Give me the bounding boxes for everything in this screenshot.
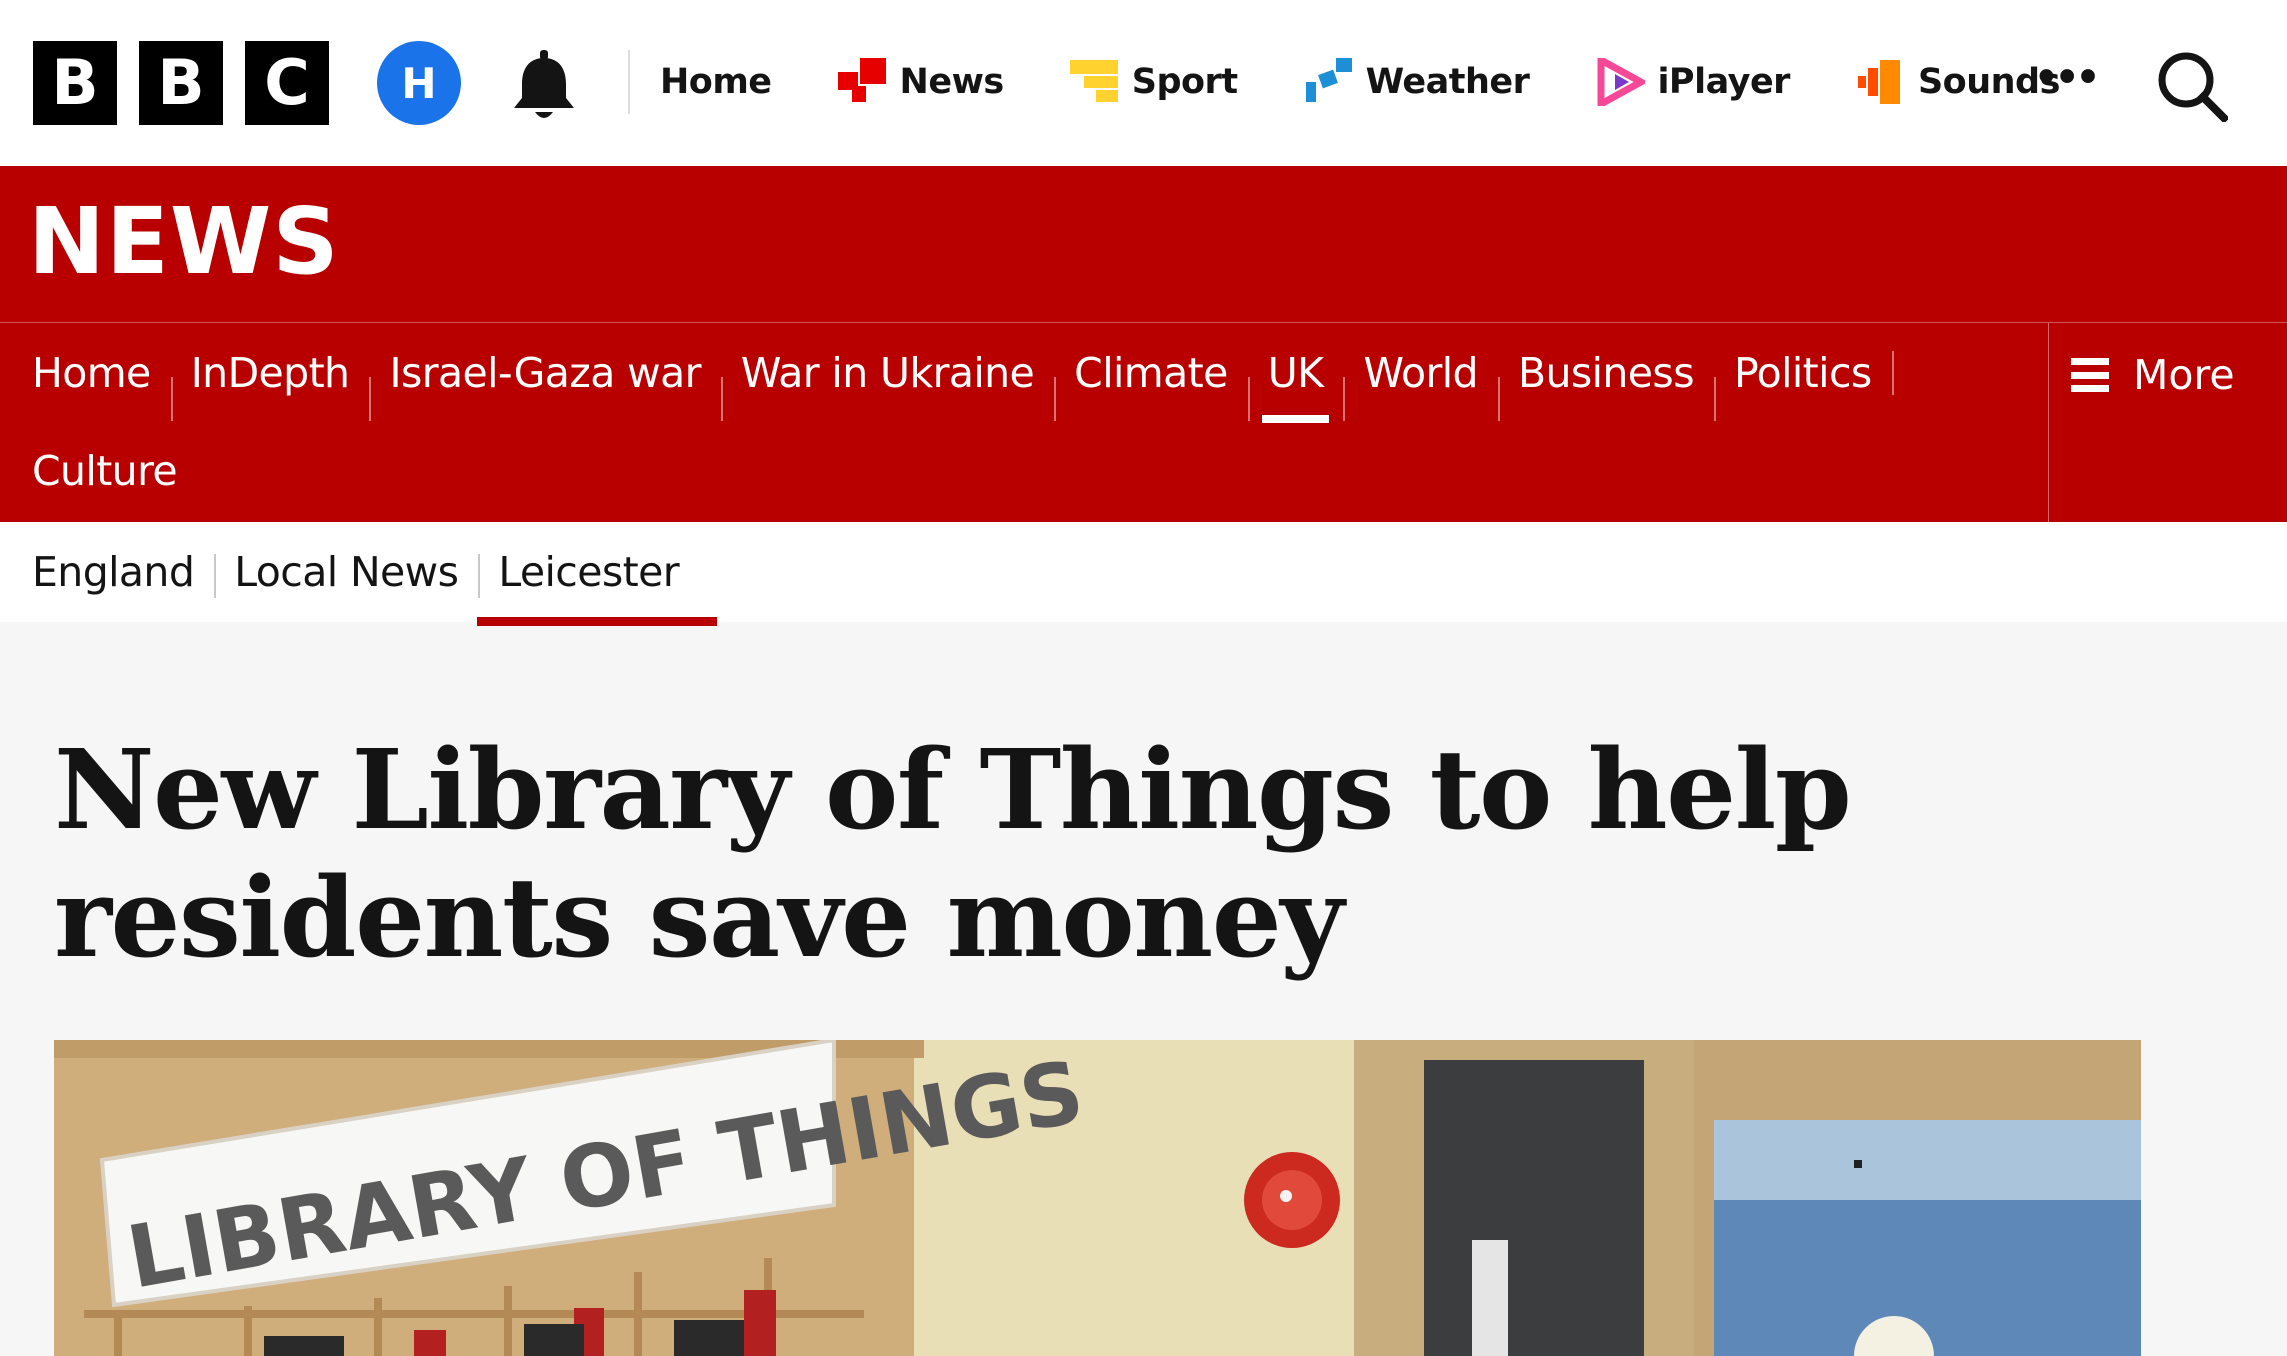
search-icon[interactable] <box>2156 50 2230 124</box>
section-nav-indepth[interactable]: InDepth <box>170 349 370 421</box>
section-nav-climate[interactable]: Climate <box>1054 349 1248 421</box>
section-nav-israel-gaza-war[interactable]: Israel-Gaza war <box>369 349 720 421</box>
global-nav: Home News Sport Weather iPlayer Sounds <box>660 50 2126 114</box>
more-button[interactable]: More <box>2071 351 2235 399</box>
global-header: B B C H Home News Sport Weather iPlayer … <box>0 0 2287 166</box>
news-banner: NEWS <box>0 166 2287 322</box>
global-nav-news[interactable]: News <box>837 58 1005 106</box>
sub-nav: England Local News Leicester <box>0 522 2287 626</box>
section-nav-world[interactable]: World <box>1343 349 1498 421</box>
more-label: More <box>2133 351 2235 399</box>
sub-nav-leicester[interactable]: Leicester <box>477 548 717 626</box>
global-nav-label: Weather <box>1365 62 1530 102</box>
section-nav-more: More <box>2048 323 2287 523</box>
logo-block: B <box>139 41 223 125</box>
section-nav-home[interactable]: Home <box>0 349 171 397</box>
section-nav-business[interactable]: Business <box>1497 349 1714 421</box>
global-nav-label: News <box>899 62 1005 102</box>
section-nav-row: Home InDepth Israel-Gaza war War in Ukra… <box>0 323 1894 423</box>
account-avatar[interactable]: H <box>377 41 461 125</box>
section-nav-uk[interactable]: UK <box>1247 349 1344 423</box>
nav-divider <box>1891 351 1894 395</box>
news-masthead[interactable]: NEWS <box>28 196 340 288</box>
global-nav-home[interactable]: Home <box>660 62 772 102</box>
logo-block: C <box>245 41 329 125</box>
section-nav-culture[interactable]: Culture <box>0 447 197 495</box>
weather-icon <box>1305 58 1352 102</box>
notifications-bell-icon[interactable] <box>510 48 578 122</box>
section-nav: Home InDepth Israel-Gaza war War in Ukra… <box>0 322 2287 523</box>
sub-nav-england[interactable]: England <box>0 548 214 596</box>
section-nav-row: Culture <box>0 421 197 521</box>
global-nav-label: Sport <box>1131 62 1238 102</box>
logo-block: B <box>33 41 117 125</box>
global-nav-label: iPlayer <box>1657 62 1790 102</box>
global-nav-weather[interactable]: Weather <box>1304 58 1530 106</box>
article-headline: New Library of Things to help residents … <box>54 725 1852 982</box>
header-divider <box>628 50 630 114</box>
article-lead-image: LIBRARY OF THINGS <box>54 1040 2141 1356</box>
more-menu-icon[interactable]: ••• <box>2038 53 2100 101</box>
global-nav-label: Home <box>660 62 772 102</box>
section-nav-war-in-ukraine[interactable]: War in Ukraine <box>720 349 1054 421</box>
bbc-logo[interactable]: B B C <box>33 41 329 125</box>
sport-icon <box>1069 60 1118 102</box>
iplayer-icon <box>1597 58 1646 106</box>
sub-nav-local-news[interactable]: Local News <box>214 548 478 598</box>
news-icon <box>837 58 886 102</box>
global-nav-iplayer[interactable]: iPlayer <box>1595 58 1790 106</box>
global-nav-sport[interactable]: Sport <box>1069 58 1238 106</box>
hamburger-icon <box>2071 358 2109 392</box>
global-nav-sounds[interactable]: Sounds <box>1856 58 2060 106</box>
section-nav-politics[interactable]: Politics <box>1713 349 1892 421</box>
sounds-icon <box>1857 60 1900 104</box>
